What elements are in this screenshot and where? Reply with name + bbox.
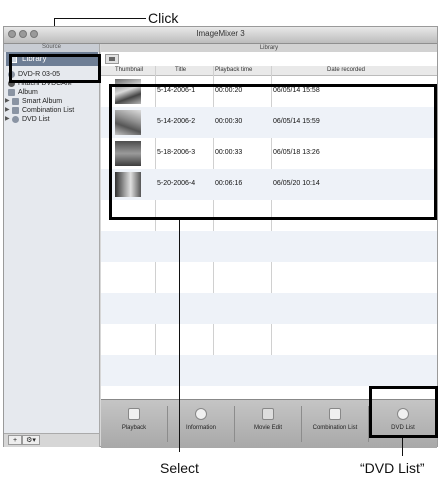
information-icon xyxy=(195,408,207,420)
window-title: ImageMixer 3 xyxy=(196,29,245,38)
combination-list-icon xyxy=(329,408,341,420)
view-mode-button[interactable] xyxy=(105,54,119,64)
dvd-list-callout: “DVD List” xyxy=(360,460,425,476)
title-bar: ImageMixer 3 xyxy=(4,27,437,44)
empty-row xyxy=(101,293,437,324)
toolbar-button-label: Combination List xyxy=(312,425,358,431)
sidebar-item-label: Smart Album xyxy=(22,98,63,105)
dvd-list-callout-line xyxy=(402,438,403,456)
toolbar-button-label: Information xyxy=(185,425,216,431)
disclosure-triangle-icon[interactable]: ▶ xyxy=(5,97,10,106)
column-header-date-recorded[interactable]: Date recorded xyxy=(327,67,365,73)
disclosure-triangle-icon[interactable]: ▶ xyxy=(5,115,10,124)
action-menu-button[interactable]: ⚙▾ xyxy=(22,435,40,445)
empty-row xyxy=(101,355,437,386)
add-source-button[interactable]: + xyxy=(8,435,22,445)
playback-button[interactable]: Playback xyxy=(101,400,167,448)
empty-row xyxy=(101,262,437,293)
information-button[interactable]: Information xyxy=(168,400,234,448)
album-icon xyxy=(8,89,15,96)
combination-list-icon xyxy=(12,107,19,114)
view-mode-icon xyxy=(109,57,115,61)
sidebar-item-label: Album xyxy=(18,89,38,96)
library-highlight-box xyxy=(9,54,101,83)
sidebar-item-combination-list[interactable]: ▶ Combination List xyxy=(4,106,100,115)
sidebar-item-label: Combination List xyxy=(22,107,75,114)
movie-edit-button[interactable]: Movie Edit xyxy=(235,400,301,448)
source-sidebar: Source Library DVD-R 03-05 Hitachi DVDCA… xyxy=(4,44,100,447)
combination-list-button[interactable]: Combination List xyxy=(302,400,368,448)
smart-album-icon xyxy=(12,98,19,105)
empty-row xyxy=(101,231,437,262)
playback-icon xyxy=(128,408,140,420)
sidebar-header: Source xyxy=(4,44,99,52)
sidebar-item-dvd-list[interactable]: ▶ DVD List xyxy=(4,115,100,124)
column-header-thumbnail[interactable]: Thumbnail xyxy=(115,67,143,73)
sidebar-item-label: DVD List xyxy=(22,116,50,123)
movie-edit-icon xyxy=(262,408,274,420)
column-header-playback-time[interactable]: Playback time xyxy=(215,67,252,73)
toolbar-button-label: Movie Edit xyxy=(253,425,282,431)
sidebar-item-smart-album[interactable]: ▶ Smart Album xyxy=(4,97,100,106)
rows-highlight-box xyxy=(109,84,437,220)
click-callout: Click xyxy=(148,10,179,26)
dvd-list-highlight-box xyxy=(369,386,438,438)
toolbar-button-label: Playback xyxy=(121,425,147,431)
empty-row xyxy=(101,324,437,355)
sidebar-item-album[interactable]: Album xyxy=(4,88,100,97)
disclosure-triangle-icon[interactable]: ▶ xyxy=(5,106,10,115)
sidebar-footer: + ⚙▾ xyxy=(4,433,99,447)
select-callout: Select xyxy=(160,460,199,476)
select-callout-line xyxy=(179,220,180,452)
library-header: Library xyxy=(101,44,437,52)
column-header-row: Thumbnail Title Playback time Date recor… xyxy=(101,66,437,76)
click-callout-line xyxy=(54,18,146,19)
dvd-list-icon xyxy=(12,116,19,123)
column-header-title[interactable]: Title xyxy=(175,67,186,73)
